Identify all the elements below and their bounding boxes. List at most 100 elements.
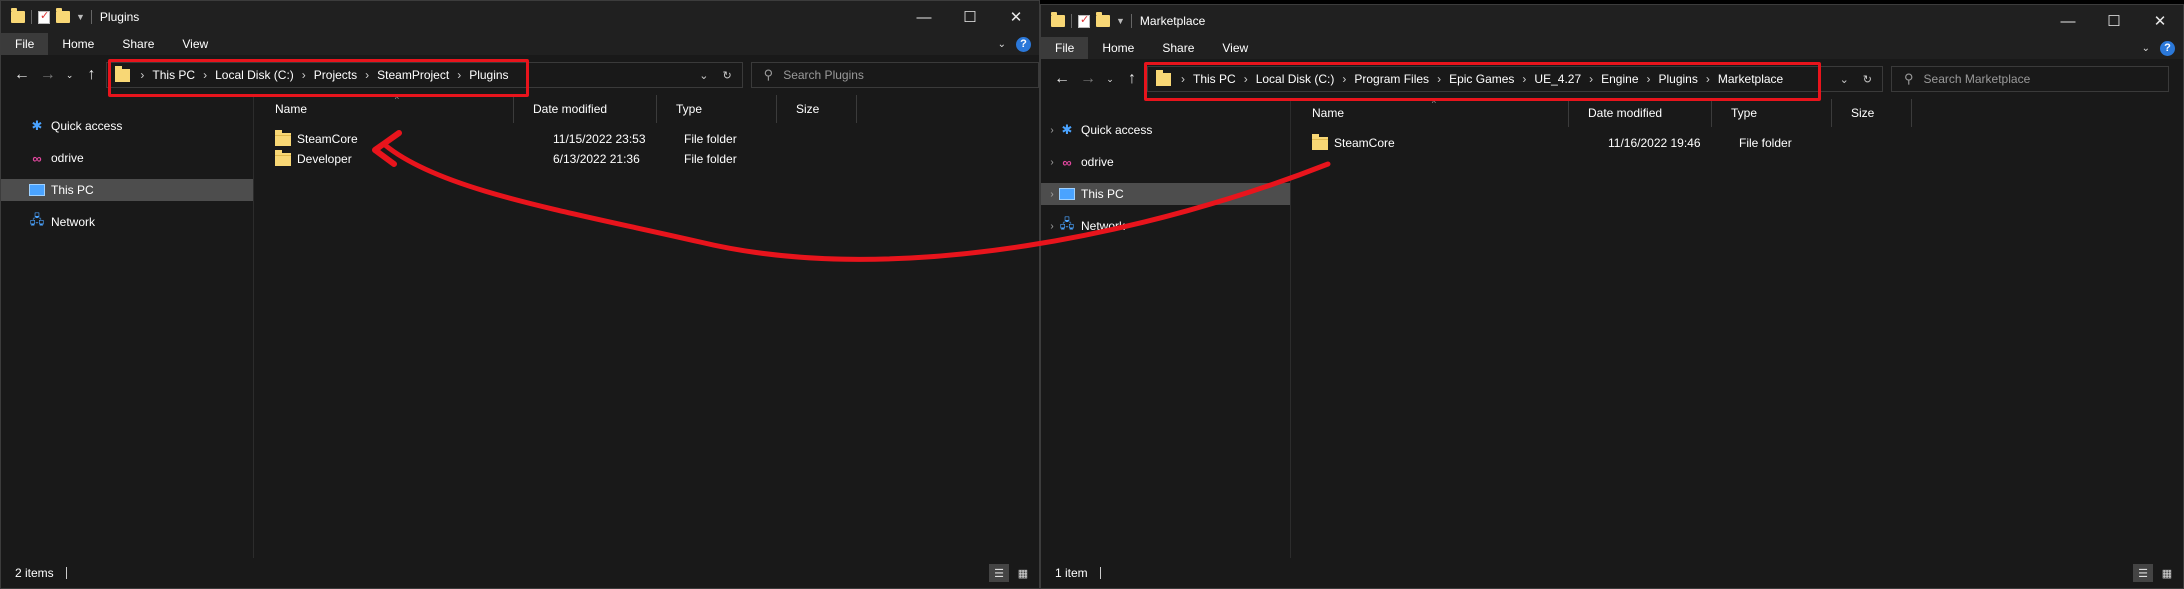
title-bar[interactable]: ▼ Plugins — ☐ ✕: [1, 1, 1039, 33]
tab-view[interactable]: View: [1208, 37, 1262, 59]
column-header-name[interactable]: ^ Name: [255, 95, 514, 123]
breadcrumb: › This PC › Local Disk (C:) › Program Fi…: [1181, 72, 1784, 86]
breadcrumb-item[interactable]: This PC: [1193, 72, 1236, 86]
expand-ribbon-icon[interactable]: ⌄: [998, 39, 1006, 50]
large-icons-view-icon[interactable]: ▦: [1013, 564, 1033, 582]
title-bar[interactable]: ▼ Marketplace — ☐ ✕: [1041, 5, 2183, 37]
quick-access-toolbar: ▼: [1041, 12, 1132, 28]
tab-file[interactable]: File: [1, 33, 49, 55]
forward-icon[interactable]: →: [35, 66, 61, 84]
details-view-icon[interactable]: ☰: [989, 564, 1009, 582]
tab-share[interactable]: Share: [108, 33, 168, 55]
maximize-icon[interactable]: ☐: [947, 1, 993, 33]
column-header-name[interactable]: ^ Name: [1292, 99, 1569, 127]
details-view-icon[interactable]: ☰: [2133, 564, 2153, 582]
large-icons-view-icon[interactable]: ▦: [2157, 564, 2177, 582]
breadcrumb-item[interactable]: Local Disk (C:): [1256, 72, 1335, 86]
nav-item-label: Quick access: [1081, 123, 1153, 137]
expand-icon[interactable]: ›: [1045, 221, 1059, 232]
nav-item-odrive[interactable]: ∞ odrive: [1, 147, 253, 169]
new-folder-icon[interactable]: [1096, 12, 1110, 27]
nav-item-quick-access[interactable]: ✱ Quick access: [1, 115, 253, 137]
nav-item-label: This PC: [51, 183, 94, 197]
tab-home[interactable]: Home: [48, 33, 108, 55]
expand-icon[interactable]: ›: [1045, 189, 1059, 200]
properties-icon[interactable]: [1078, 13, 1090, 28]
refresh-icon[interactable]: ↻: [722, 69, 731, 82]
breadcrumb-item[interactable]: Epic Games: [1449, 72, 1514, 86]
folder-icon: [1312, 133, 1328, 150]
address-history-icon[interactable]: ⌄: [699, 69, 708, 82]
nav-item-network[interactable]: 🖧 Network: [1, 211, 253, 233]
breadcrumb-item[interactable]: Projects: [314, 68, 357, 82]
up-icon[interactable]: ↑: [79, 66, 105, 84]
breadcrumb: › This PC › Local Disk (C:) › Projects ›…: [140, 68, 509, 82]
search-box[interactable]: ⚲ Search Marketplace: [1891, 66, 2169, 92]
close-icon[interactable]: ✕: [993, 1, 1039, 33]
file-row[interactable]: SteamCore 11/15/2022 23:53 File folder: [255, 129, 855, 149]
monitor-icon: [29, 184, 45, 196]
minimize-icon[interactable]: —: [901, 1, 947, 33]
breadcrumb-item[interactable]: SteamProject: [377, 68, 449, 82]
file-name: SteamCore: [1334, 136, 1395, 150]
breadcrumb-item[interactable]: Marketplace: [1718, 72, 1783, 86]
breadcrumb-item[interactable]: Plugins: [1659, 72, 1698, 86]
back-icon[interactable]: ←: [9, 66, 35, 84]
close-icon[interactable]: ✕: [2137, 5, 2183, 37]
new-folder-icon[interactable]: [56, 8, 70, 23]
folder-icon: [275, 129, 291, 146]
expand-icon[interactable]: ›: [1045, 125, 1059, 136]
breadcrumb-item[interactable]: This PC: [152, 68, 195, 82]
address-history-icon[interactable]: ⌄: [1840, 73, 1849, 86]
column-header-size[interactable]: Size: [777, 95, 857, 123]
minimize-icon[interactable]: —: [2045, 5, 2091, 37]
column-header-type[interactable]: Type: [1712, 99, 1832, 127]
tab-file[interactable]: File: [1041, 37, 1089, 59]
breadcrumb-item[interactable]: Plugins: [469, 68, 508, 82]
tab-share[interactable]: Share: [1148, 37, 1208, 59]
file-row[interactable]: SteamCore 11/16/2022 19:46 File folder: [1292, 133, 1912, 153]
column-header-date[interactable]: Date modified: [514, 95, 657, 123]
forward-icon[interactable]: →: [1075, 70, 1101, 88]
address-bar[interactable]: › This PC › Local Disk (C:) › Projects ›…: [106, 62, 743, 88]
nav-item-network[interactable]: › 🖧 Network: [1041, 215, 1290, 237]
up-icon[interactable]: ↑: [1119, 70, 1145, 88]
search-placeholder: Search Marketplace: [1923, 72, 2031, 86]
refresh-icon[interactable]: ↻: [1863, 73, 1872, 86]
back-icon[interactable]: ←: [1049, 70, 1075, 88]
folder-icon: [1156, 69, 1171, 86]
address-bar[interactable]: › This PC › Local Disk (C:) › Program Fi…: [1147, 66, 1883, 92]
breadcrumb-item[interactable]: Engine: [1601, 72, 1638, 86]
file-name: SteamCore: [297, 132, 358, 146]
column-header-date[interactable]: Date modified: [1569, 99, 1712, 127]
nav-item-odrive[interactable]: › ∞ odrive: [1041, 151, 1290, 173]
file-type: File folder: [1739, 136, 1792, 150]
breadcrumb-item[interactable]: Local Disk (C:): [215, 68, 294, 82]
help-icon[interactable]: ?: [2160, 40, 2175, 56]
tab-home[interactable]: Home: [1088, 37, 1148, 59]
expand-ribbon-icon[interactable]: ⌄: [2142, 43, 2150, 54]
expand-icon[interactable]: ›: [1045, 157, 1059, 168]
customize-toolbar-icon[interactable]: ▼: [76, 12, 85, 22]
nav-item-label: This PC: [1081, 187, 1124, 201]
maximize-icon[interactable]: ☐: [2091, 5, 2137, 37]
monitor-icon: [1059, 188, 1075, 200]
explorer-window-marketplace: ▼ Marketplace — ☐ ✕ File Home Share View…: [1040, 4, 2184, 589]
nav-item-this-pc[interactable]: This PC: [1, 179, 253, 201]
recent-locations-icon[interactable]: ⌄: [1101, 74, 1119, 85]
customize-toolbar-icon[interactable]: ▼: [1116, 16, 1125, 26]
column-header-size[interactable]: Size: [1832, 99, 1912, 127]
properties-icon[interactable]: [38, 9, 50, 24]
nav-item-quick-access[interactable]: › ✱ Quick access: [1041, 119, 1290, 141]
column-header-type[interactable]: Type: [657, 95, 777, 123]
column-headers: ^ Name Date modified Type Size: [1292, 99, 2183, 127]
recent-locations-icon[interactable]: ⌄: [61, 70, 79, 81]
search-box[interactable]: ⚲ Search Plugins: [750, 62, 1039, 88]
breadcrumb-item[interactable]: Program Files: [1354, 72, 1429, 86]
file-row[interactable]: Developer 6/13/2022 21:36 File folder: [255, 149, 855, 169]
help-icon[interactable]: ?: [1016, 36, 1031, 52]
tab-view[interactable]: View: [168, 33, 222, 55]
nav-item-this-pc[interactable]: › This PC: [1041, 183, 1290, 205]
desktop: ▼ Plugins — ☐ ✕ File Home Share View ⌄ ?…: [0, 0, 2184, 589]
breadcrumb-item[interactable]: UE_4.27: [1534, 72, 1581, 86]
